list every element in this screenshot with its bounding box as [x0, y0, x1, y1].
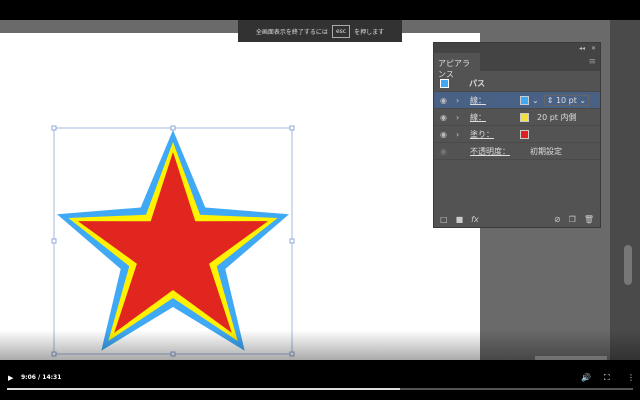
volume-icon[interactable]: 🔊	[581, 373, 591, 382]
play-icon[interactable]: ▶	[8, 374, 13, 382]
fill-row[interactable]: ◉ › 塗り：	[434, 126, 600, 143]
stroke-swatch[interactable]	[520, 112, 529, 122]
add-stroke-icon[interactable]: □	[440, 215, 448, 224]
progress-bar[interactable]	[7, 388, 633, 390]
trash-icon[interactable]: 🗑	[584, 215, 594, 224]
stroke-row-2[interactable]: ◉ › 線： 20 pt 内側	[434, 109, 600, 126]
chevron-right-icon[interactable]: ›	[456, 113, 466, 122]
fx-icon[interactable]: fx	[471, 215, 479, 224]
selection-handle[interactable]	[51, 125, 57, 131]
chevron-right-icon[interactable]: ›	[456, 96, 466, 105]
path-thumbnail	[440, 78, 449, 88]
eye-icon: ◉	[440, 146, 447, 156]
video-controls: ▶ 9:06 / 14:31 🔊 ⛶ ⋮	[0, 360, 640, 400]
progress-fill	[7, 388, 400, 390]
toast-text: 全画面表示を終了するには	[255, 28, 328, 36]
eye-icon[interactable]: ◉	[440, 96, 450, 105]
more-icon[interactable]: ⋮	[627, 373, 635, 382]
star-artwork[interactable]	[0, 33, 480, 380]
stroke-label[interactable]: 線：	[470, 95, 520, 106]
chevron-right-icon[interactable]: ›	[456, 130, 466, 139]
stroke-swatch[interactable]	[520, 95, 529, 105]
appearance-panel: ◂◂ ✕ アピアランス ≡ パス ◉ › 線： ⌄ ⇕ 10 pt ⌄ ◉ › 線： 20 pt …	[433, 42, 601, 228]
right-dock	[610, 20, 640, 380]
add-fill-icon[interactable]: ■	[456, 215, 464, 224]
clear-icon[interactable]: ⊘	[554, 215, 561, 224]
selection-handle[interactable]	[170, 125, 176, 131]
eye-icon[interactable]: ◉	[440, 130, 450, 139]
path-label: パス	[469, 78, 485, 88]
fill-label[interactable]: 塗り：	[470, 129, 520, 140]
tab-appearance[interactable]: アピアランス	[434, 53, 480, 79]
scrollbar[interactable]	[624, 245, 632, 285]
fullscreen-exit-icon[interactable]: ⛶	[604, 373, 610, 383]
stroke-row-1[interactable]: ◉ › 線： ⌄ ⇕ 10 pt ⌄	[434, 92, 600, 109]
esc-key: esc	[331, 24, 351, 38]
eye-icon[interactable]: ◉	[440, 113, 450, 122]
stroke-weight-field[interactable]: ⇕ 10 pt ⌄	[543, 94, 590, 106]
panel-menu-icon[interactable]: ≡	[588, 57, 596, 67]
selection-handle[interactable]	[51, 238, 57, 244]
toast-text-2: を押します	[354, 28, 385, 36]
opacity-value: 初期設定	[530, 146, 562, 156]
opacity-row[interactable]: ◉ 不透明度： 初期設定	[434, 143, 600, 160]
close-icon[interactable]: ✕	[591, 45, 596, 52]
time-display: 9:06 / 14:31	[21, 374, 62, 381]
selection-handle[interactable]	[289, 238, 295, 244]
duplicate-icon[interactable]: ❐	[569, 215, 576, 224]
fill-swatch[interactable]	[520, 129, 529, 139]
stroke-value: 20 pt 内側	[537, 112, 577, 122]
opacity-label[interactable]: 不透明度：	[470, 146, 530, 157]
chevron-down-icon[interactable]: ⌄	[532, 96, 539, 105]
stroke-label[interactable]: 線：	[470, 112, 520, 123]
fullscreen-toast: 全画面表示を終了するには esc を押します	[238, 20, 402, 42]
artboard[interactable]	[0, 33, 480, 380]
collapse-icon[interactable]: ◂◂	[579, 45, 585, 52]
selection-handle[interactable]	[289, 125, 295, 131]
